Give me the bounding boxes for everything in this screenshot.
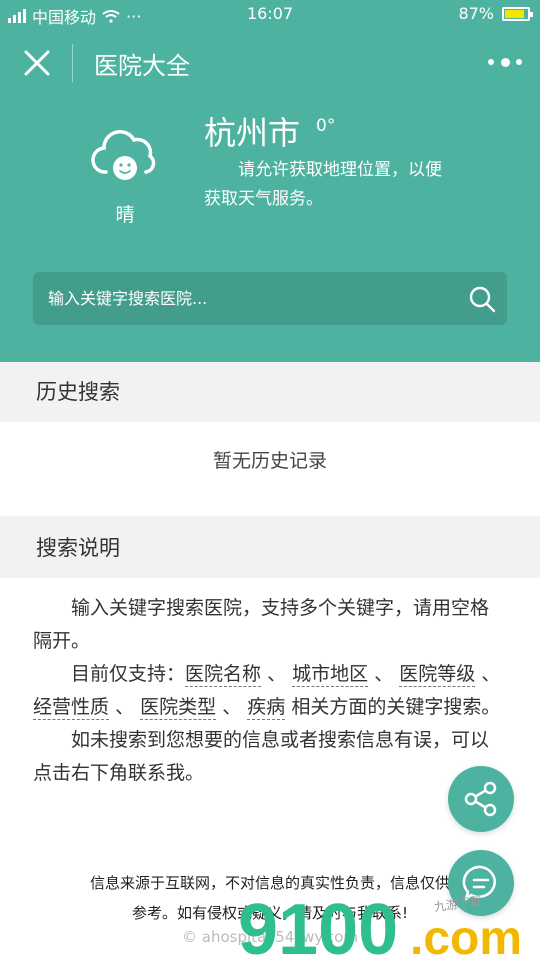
copyright: © ahospital.54zwy.com — [182, 928, 358, 946]
battery-icon — [502, 6, 533, 21]
page-title: 医院大全 — [94, 52, 190, 80]
close-button[interactable] — [18, 44, 56, 82]
share-button[interactable] — [448, 766, 514, 832]
contact-button[interactable] — [448, 850, 514, 916]
nav-bar: 医院大全 — [0, 30, 540, 96]
instructions-para-1: 输入关键字搜索医院，支持多个关键字，请用空格隔开。 — [33, 597, 490, 652]
instructions-heading: 搜索说明 — [0, 518, 540, 578]
supported-suffix: 相关方面的关键字搜索。 — [291, 696, 501, 718]
tag-separator: 、 — [267, 663, 287, 685]
chat-bubble-icon — [462, 865, 496, 901]
tag-hospital-name: 医院名称 — [185, 663, 262, 687]
weather-description: 晴 — [115, 204, 135, 226]
location-permission-message: 请允许获取地理位置，以便获取天气服务。 — [204, 160, 442, 209]
city-name: 杭州市 — [204, 114, 301, 152]
instructions-text: 输入关键字搜索医院，支持多个关键字，请用空格隔开。 目前仅支持：医院名称 、 城… — [33, 592, 507, 790]
tag-hospital-type: 医院类型 — [140, 696, 217, 720]
instructions-para-3: 如未搜索到您想要的信息或者搜索信息有误，可以点击右下角联系我。 — [33, 729, 490, 784]
header: 医院大全 晴 杭州市 0° 请允许获取地理位置，以便获取天气服务。 — [0, 30, 540, 362]
tag-separator: 、 — [481, 663, 501, 685]
more-dot-icon — [488, 59, 494, 65]
search-input[interactable] — [33, 272, 453, 325]
tag-separator: 、 — [374, 663, 394, 685]
share-icon — [464, 781, 497, 817]
more-dot-icon — [500, 57, 510, 67]
supported-prefix: 目前仅支持： — [71, 663, 186, 685]
status-bar: 中国移动 ··· 16:07 87% — [0, 0, 540, 30]
instructions-para-2: 目前仅支持：医院名称 、 城市地区 、 医院等级 、 经营性质 、 医院类型 、… — [33, 658, 507, 724]
more-dot-icon — [516, 59, 522, 65]
search-button[interactable] — [465, 282, 499, 316]
tag-hospital-level: 医院等级 — [399, 663, 476, 687]
tag-separator: 、 — [222, 696, 242, 718]
history-heading: 历史搜索 — [0, 362, 540, 422]
history-empty-text: 暂无历史记录 — [30, 424, 510, 498]
search-box — [33, 272, 507, 325]
tag-separator: 、 — [115, 696, 135, 718]
tag-disease: 疾病 — [247, 696, 286, 720]
tag-business-nature: 经营性质 — [33, 696, 110, 720]
close-icon — [24, 50, 50, 76]
more-button[interactable] — [488, 52, 522, 72]
tag-city-region: 城市地区 — [292, 663, 369, 687]
nav-divider — [72, 44, 73, 82]
temperature: 0° — [316, 116, 336, 136]
status-right: 87% — [458, 4, 533, 23]
cloud-smile-icon — [90, 126, 160, 186]
search-icon — [469, 286, 496, 313]
battery-percent: 87% — [458, 4, 494, 23]
